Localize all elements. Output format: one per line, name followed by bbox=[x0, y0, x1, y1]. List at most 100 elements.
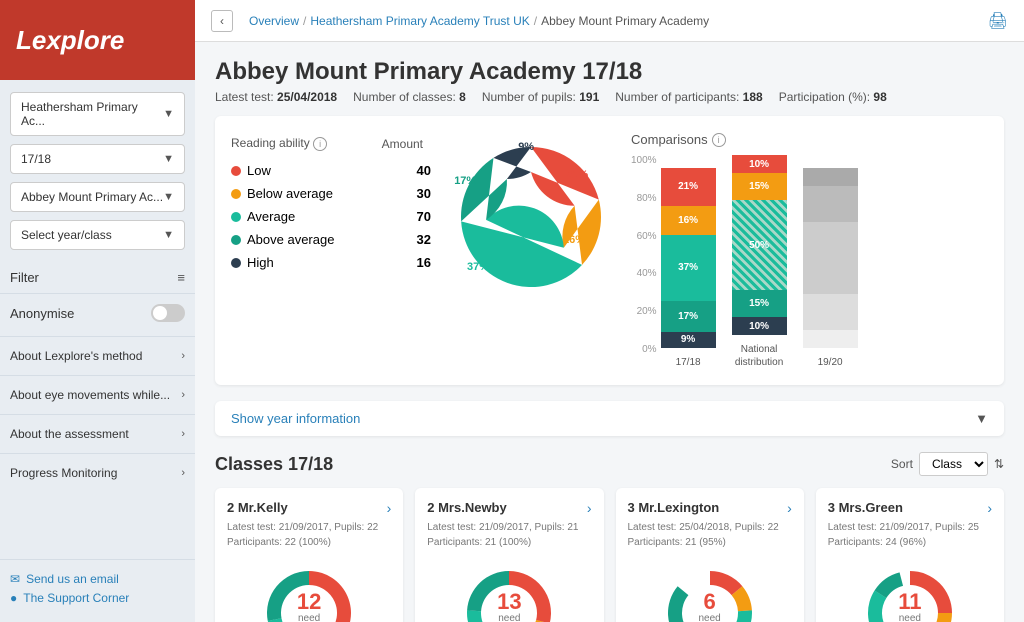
sidebar-item-eye[interactable]: About eye movements while... › bbox=[0, 375, 195, 414]
reading-label: High bbox=[247, 255, 274, 270]
mini-donut-container: 13 needsupport bbox=[427, 558, 591, 622]
reading-label: Below average bbox=[247, 186, 333, 201]
class-card[interactable]: 3 Mr.Lexington › Latest test: 25/04/2018… bbox=[616, 488, 804, 622]
bar-label: Nationaldistribution bbox=[735, 343, 783, 369]
y-axis-label: 20% bbox=[631, 306, 657, 317]
year-select[interactable]: 17/18 ▼ bbox=[10, 144, 185, 174]
bar-segment: 37% bbox=[661, 235, 716, 302]
class-name: 2 Mrs.Newby bbox=[427, 500, 506, 515]
show-year-row[interactable]: Show year information ▼ bbox=[215, 401, 1004, 436]
sort-icon[interactable]: ⇅ bbox=[994, 457, 1004, 471]
sidebar-item-method[interactable]: About Lexplore's method › bbox=[0, 336, 195, 375]
reading-amount: 70 bbox=[367, 205, 431, 228]
breadcrumb-overview[interactable]: Overview bbox=[249, 14, 299, 28]
reading-table-row: Average 70 bbox=[231, 205, 431, 228]
trust-chevron-icon: ▼ bbox=[163, 108, 174, 120]
filter-row: Filter ≡ bbox=[0, 262, 195, 293]
sidebar: Lexplore Heathersham Primary Ac... ▼ 17/… bbox=[0, 0, 195, 622]
need-support-label: 13 needsupport bbox=[493, 591, 526, 622]
breadcrumb: Overview / Heathersham Primary Academy T… bbox=[249, 14, 709, 28]
need-support-count: 11 bbox=[893, 591, 926, 613]
email-link[interactable]: ✉ Send us an email bbox=[10, 572, 185, 586]
bar-segment: 15% bbox=[732, 290, 787, 317]
classes-header: Classes 17/18 Sort Class ⇅ bbox=[215, 452, 1004, 476]
class-card[interactable]: 3 Mrs.Green › Latest test: 21/09/2017, P… bbox=[816, 488, 1004, 622]
breadcrumb-school: Abbey Mount Primary Academy bbox=[541, 14, 709, 28]
num-participants-value: 188 bbox=[743, 90, 763, 104]
reading-label-cell: Above average bbox=[231, 228, 367, 251]
participation: Participation (%): 98 bbox=[779, 90, 887, 104]
donut-segment bbox=[493, 147, 531, 179]
sidebar-item-progress[interactable]: Progress Monitoring › bbox=[0, 453, 195, 492]
year-chevron-icon: ▼ bbox=[163, 153, 174, 165]
sidebar-footer: ✉ Send us an email ● The Support Corner bbox=[0, 559, 195, 622]
sidebar-menu: About Lexplore's method › About eye move… bbox=[0, 336, 195, 492]
class-chevron-icon: › bbox=[387, 500, 392, 516]
anonymise-toggle[interactable] bbox=[151, 304, 185, 322]
y-axis: 100%80%60%40%20%0% bbox=[631, 155, 661, 355]
reading-ability-info-icon[interactable]: i bbox=[313, 137, 327, 151]
breadcrumb-trust[interactable]: Heathersham Primary Academy Trust UK bbox=[310, 14, 529, 28]
reading-amount: 30 bbox=[367, 182, 431, 205]
topbar: ‹ Overview / Heathersham Primary Academy… bbox=[195, 0, 1024, 42]
classes-grid: 2 Mr.Kelly › Latest test: 21/09/2017, Pu… bbox=[215, 488, 1004, 622]
donut-segment bbox=[562, 200, 601, 265]
email-link-label: Send us an email bbox=[26, 572, 119, 586]
print-icon[interactable]: 🖨 bbox=[988, 11, 1008, 31]
reading-ability-card: Reading ability i Amount Low 40 Below av… bbox=[215, 116, 1004, 385]
support-link-label: The Support Corner bbox=[23, 591, 129, 605]
reading-ability-header: Reading ability i bbox=[231, 132, 367, 159]
comparisons-info-icon[interactable]: i bbox=[712, 133, 726, 147]
assessment-chevron-icon: › bbox=[181, 428, 185, 440]
reading-table: Reading ability i Amount Low 40 Below av… bbox=[231, 132, 431, 274]
class-card-header: 3 Mrs.Green › bbox=[828, 500, 992, 516]
latest-test-value: 25/04/2018 bbox=[277, 90, 337, 104]
need-support-label: 11 needsupport bbox=[893, 591, 926, 622]
bar-segment: 21% bbox=[661, 168, 716, 206]
support-icon: ● bbox=[10, 591, 17, 605]
class-meta: Latest test: 25/04/2018, Pupils: 22 Part… bbox=[628, 520, 792, 550]
show-year-label: Show year information bbox=[231, 411, 360, 426]
class-chevron-icon: › bbox=[987, 500, 992, 516]
class-card[interactable]: 2 Mr.Kelly › Latest test: 21/09/2017, Pu… bbox=[215, 488, 403, 622]
school-chevron-icon: ▼ bbox=[163, 191, 174, 203]
reading-dot bbox=[231, 235, 241, 245]
back-button[interactable]: ‹ bbox=[211, 10, 233, 32]
school-select-label: Abbey Mount Primary Ac... bbox=[21, 190, 163, 204]
school-select[interactable]: Abbey Mount Primary Ac... ▼ bbox=[10, 182, 185, 212]
mini-donut-segment bbox=[668, 586, 691, 622]
reading-label: Average bbox=[247, 209, 295, 224]
comparisons-section: Comparisons i 100%80%60%40%20%0% 9%17%37… bbox=[631, 132, 988, 369]
reading-dot bbox=[231, 258, 241, 268]
filter-label: Filter bbox=[10, 270, 39, 285]
bar-stack: 9%17%37%16%21% bbox=[661, 168, 716, 348]
trust-select[interactable]: Heathersham Primary Ac... ▼ bbox=[10, 92, 185, 136]
reading-table-row: High 16 bbox=[231, 251, 431, 274]
anonymise-label: Anonymise bbox=[10, 306, 74, 321]
bar-segment: 10% bbox=[732, 317, 787, 335]
class-card[interactable]: 2 Mrs.Newby › Latest test: 21/09/2017, P… bbox=[415, 488, 603, 622]
bar-stack: 10%15%50%15%10% bbox=[732, 155, 787, 335]
filter-icon[interactable]: ≡ bbox=[177, 270, 185, 285]
bar-segment: 15% bbox=[732, 173, 787, 200]
sort-select[interactable]: Class bbox=[919, 452, 988, 476]
reading-table-row: Below average 30 bbox=[231, 182, 431, 205]
anonymise-row: Anonymise bbox=[0, 293, 195, 332]
sidebar-item-assessment-label: About the assessment bbox=[10, 427, 129, 441]
y-axis-label: 0% bbox=[631, 344, 657, 355]
y-axis-label: 40% bbox=[631, 268, 657, 279]
need-support-count: 6 bbox=[693, 591, 726, 613]
class-name: 3 Mr.Lexington bbox=[628, 500, 720, 515]
support-link[interactable]: ● The Support Corner bbox=[10, 591, 185, 605]
reading-table-row: Above average 32 bbox=[231, 228, 431, 251]
bar-segment bbox=[803, 222, 858, 294]
latest-test-label: Latest test: 25/04/2018 bbox=[215, 90, 337, 104]
class-select[interactable]: Select year/class ▼ bbox=[10, 220, 185, 250]
class-card-header: 2 Mrs.Newby › bbox=[427, 500, 591, 516]
bar-group: 10%15%50%15%10% Nationaldistribution bbox=[732, 155, 787, 369]
class-meta: Latest test: 21/09/2017, Pupils: 21 Part… bbox=[427, 520, 591, 550]
mini-donut-container: 12 needsupport bbox=[227, 558, 391, 622]
sidebar-item-assessment[interactable]: About the assessment › bbox=[0, 414, 195, 453]
reading-dot bbox=[231, 166, 241, 176]
need-support-label: 12 needsupport bbox=[292, 591, 325, 622]
